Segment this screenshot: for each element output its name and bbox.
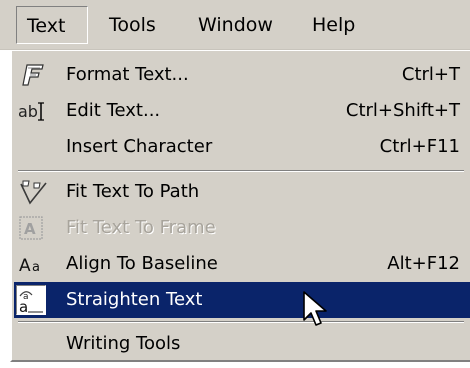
menu-item-fit-text-to-frame: A Fit Text To Frame [14,210,470,246]
menu-item-align-to-baseline[interactable]: A a Align To Baseline Alt+F12 [14,246,470,282]
menu-tools[interactable]: Tools [99,6,166,44]
menu-item-edit-text[interactable]: ab Edit Text... Ctrl+Shift+T [14,93,470,129]
menu-help[interactable]: Help [302,6,365,44]
fit-text-to-path-icon [18,179,47,205]
application-window: Text Tools Window Help Format Text... Ct… [0,0,470,368]
menu-item-shortcut: Ctrl+F11 [379,136,460,157]
menu-item-label: Format Text... [66,64,189,85]
svg-text:A: A [19,256,31,276]
menu-item-label: Align To Baseline [66,253,218,274]
menu-item-shortcut: Alt+F12 [387,253,460,274]
menu-separator [18,321,464,323]
menu-bar: Text Tools Window Help [0,0,470,50]
menu-window[interactable]: Window [188,6,283,44]
fit-text-to-frame-icon: A [18,215,46,241]
text-menu-dropdown: Format Text... Ctrl+T ab Edit Text... Ct… [10,50,470,362]
menu-item-label: Fit Text To Path [66,181,200,202]
format-text-icon [18,62,46,88]
menu-separator [18,170,464,172]
svg-text:ab: ab [18,102,38,121]
menu-item-shortcut: Ctrl+T [401,64,460,85]
mouse-cursor-icon [302,290,332,332]
menu-item-label: Insert Character [66,136,213,157]
menu-item-straighten-text[interactable]: a a Straighten Text [14,282,470,318]
menu-item-writing-tools[interactable]: Writing Tools [14,326,470,362]
menu-item-shortcut: Ctrl+Shift+T [345,100,460,121]
menu-item-format-text[interactable]: Format Text... Ctrl+T [14,57,470,93]
menu-item-fit-text-to-path[interactable]: Fit Text To Path [14,174,470,210]
menu-item-label: Fit Text To Frame [66,217,216,238]
menu-item-insert-character[interactable]: Insert Character Ctrl+F11 [14,129,470,165]
svg-text:a: a [19,298,28,314]
menu-text[interactable]: Text [16,6,88,44]
menu-item-label: Straighten Text [66,289,203,310]
align-to-baseline-icon: A a [18,251,46,277]
svg-text:A: A [24,220,36,238]
straighten-text-icon: a a [16,285,46,316]
edit-text-icon: ab [18,98,46,124]
menu-item-label: Writing Tools [66,333,181,354]
menu-item-label: Edit Text... [66,100,161,121]
svg-text:a: a [32,260,40,275]
